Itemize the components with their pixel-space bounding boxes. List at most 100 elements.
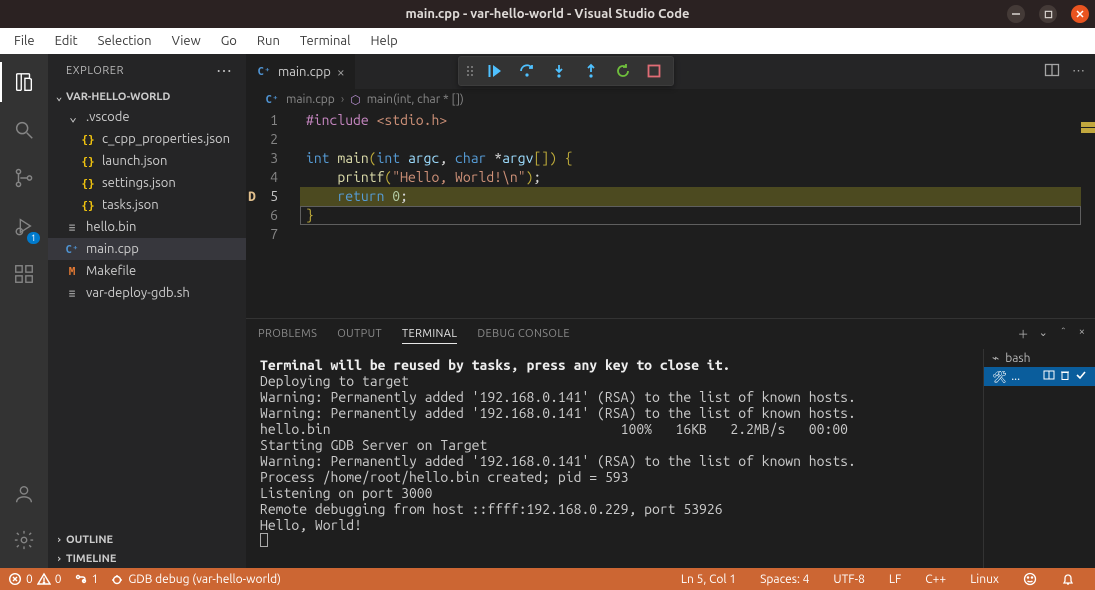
statusbar-debug[interactable]: GDB debug (var-hello-world) — [110, 572, 281, 586]
panel-tab-terminal[interactable]: TERMINAL — [402, 328, 457, 344]
statusbar-notifications[interactable] — [1061, 572, 1075, 586]
menu-view[interactable]: View — [164, 32, 209, 50]
activity-bar: 1 — [0, 54, 48, 568]
activity-explorer[interactable] — [0, 62, 48, 102]
window-maximize-button[interactable] — [1039, 5, 1057, 23]
cpp-icon: C⁺ — [64, 241, 80, 257]
statusbar-os[interactable]: Linux — [970, 573, 999, 586]
statusbar-language[interactable]: C++ — [925, 573, 946, 586]
editor-more-icon[interactable]: ⋯ — [1072, 64, 1087, 79]
tree-file[interactable]: MMakefile — [48, 260, 246, 282]
shell-icon: ≡ — [64, 285, 80, 301]
split-editor-icon[interactable] — [1044, 62, 1060, 81]
menu-run[interactable]: Run — [249, 32, 288, 50]
code-area[interactable]: #include <stdio.h>int main(int argc, cha… — [300, 111, 1081, 318]
statusbar-eol[interactable]: LF — [889, 573, 901, 586]
editor[interactable]: D 1234567 #include <stdio.h>int main(int… — [246, 111, 1095, 318]
panel-tab-output[interactable]: OUTPUT — [337, 328, 382, 340]
editor-tabs: C⁺ main.cpp × ⋯ — [246, 54, 1095, 89]
debug-toolbar[interactable] — [458, 56, 674, 86]
activity-run-debug[interactable]: 1 — [0, 206, 48, 246]
statusbar-problems[interactable]: 0 0 — [8, 572, 62, 586]
chevron-right-icon: › — [52, 533, 66, 546]
trash-icon[interactable] — [1059, 369, 1071, 384]
drag-handle-icon[interactable] — [467, 66, 469, 76]
debug-step-into-icon[interactable] — [551, 63, 567, 79]
statusbar-feedback[interactable] — [1023, 572, 1037, 586]
tab-maincpp[interactable]: C⁺ main.cpp × — [246, 54, 356, 89]
menu-help[interactable]: Help — [362, 32, 405, 50]
terminal-entry-bash[interactable]: ⌁ bash — [984, 349, 1095, 367]
split-terminal-icon[interactable] — [1043, 369, 1055, 384]
tools-icon: 🛠 — [992, 370, 1007, 384]
menu-go[interactable]: Go — [213, 32, 245, 50]
breadcrumb-file[interactable]: main.cpp — [286, 93, 335, 106]
activity-run-badge: 1 — [27, 232, 40, 244]
terminal-entry-task[interactable]: 🛠 ... — [984, 367, 1095, 386]
editor-actions: ⋯ — [1044, 54, 1095, 89]
tree-timeline[interactable]: › TIMELINE — [48, 549, 246, 568]
menubar: File Edit Selection View Go Run Terminal… — [0, 28, 1095, 54]
breadcrumb-symbol[interactable]: main(int, char * []) — [367, 93, 464, 106]
activity-extensions[interactable] — [0, 254, 48, 294]
tab-label: main.cpp — [278, 65, 331, 79]
minimap-marker — [1081, 128, 1095, 133]
sidebar-more-icon[interactable]: ⋯ — [216, 61, 234, 80]
menu-file[interactable]: File — [6, 32, 43, 50]
statusbar-encoding[interactable]: UTF-8 — [833, 573, 864, 586]
terminal-new-icon[interactable]: ＋ — [1018, 326, 1029, 342]
activity-search[interactable] — [0, 110, 48, 150]
panel-tab-problems[interactable]: PROBLEMS — [258, 328, 317, 340]
statusbar-position[interactable]: Ln 5, Col 1 — [681, 573, 736, 586]
sidebar: EXPLORER ⋯ ⌄ VAR-HELLO-WORLD ⌄ .vscode {… — [48, 54, 246, 568]
window-controls — [1007, 5, 1089, 23]
chevron-down-icon: ⌄ — [66, 110, 80, 125]
tab-close-icon[interactable]: × — [337, 64, 345, 80]
debug-step-over-icon[interactable] — [519, 63, 535, 79]
breadcrumb[interactable]: C⁺ main.cpp › ⬡ main(int, char * []) — [246, 89, 1095, 111]
json-icon: {} — [80, 197, 96, 213]
terminal-icon: ⌁ — [992, 351, 999, 365]
makefile-icon: M — [64, 263, 80, 279]
debug-step-out-icon[interactable] — [583, 63, 599, 79]
terminal[interactable]: Terminal will be reused by tasks, press … — [246, 349, 983, 568]
tree-file[interactable]: {}launch.json — [48, 150, 246, 172]
activity-account[interactable] — [0, 474, 48, 514]
sidebar-header: EXPLORER ⋯ — [48, 54, 246, 87]
panel-close-icon[interactable]: × — [1079, 326, 1085, 342]
json-icon: {} — [80, 175, 96, 191]
tree-root[interactable]: ⌄ VAR-HELLO-WORLD — [48, 87, 246, 106]
json-icon: {} — [80, 153, 96, 169]
tree-outline[interactable]: › OUTLINE — [48, 530, 246, 549]
window-minimize-button[interactable] — [1007, 5, 1025, 23]
statusbar-ports[interactable]: 1 — [74, 572, 99, 586]
terminal-list: ⌁ bash 🛠 ... — [983, 349, 1095, 568]
panel-tab-debug-console[interactable]: DEBUG CONSOLE — [477, 328, 570, 340]
tree-file[interactable]: ≡var-deploy-gdb.sh — [48, 282, 246, 304]
terminal-split-dropdown-icon[interactable]: ⌄ — [1039, 326, 1048, 342]
menu-edit[interactable]: Edit — [47, 32, 86, 50]
window-close-button[interactable] — [1071, 5, 1089, 23]
menu-terminal[interactable]: Terminal — [292, 32, 359, 50]
debug-restart-icon[interactable] — [615, 63, 631, 79]
cpp-icon: C⁺ — [256, 64, 272, 80]
titlebar: main.cpp - var-hello-world - Visual Stud… — [0, 0, 1095, 28]
activity-settings[interactable] — [0, 520, 48, 560]
tree-file-maincpp[interactable]: C⁺main.cpp — [48, 238, 246, 260]
statusbar-indent[interactable]: Spaces: 4 — [760, 573, 809, 586]
minimap-marker — [1081, 122, 1095, 127]
tree-file[interactable]: {}settings.json — [48, 172, 246, 194]
breakpoint-current-icon[interactable]: D — [248, 187, 256, 206]
check-icon[interactable] — [1075, 369, 1087, 384]
minimap[interactable] — [1081, 111, 1095, 318]
activity-source-control[interactable] — [0, 158, 48, 198]
tree-file[interactable]: {}c_cpp_properties.json — [48, 128, 246, 150]
panel-maximize-icon[interactable]: ＾ — [1058, 326, 1069, 342]
tree-file[interactable]: {}tasks.json — [48, 194, 246, 216]
debug-continue-icon[interactable] — [487, 63, 503, 79]
editor-group: C⁺ main.cpp × ⋯ C⁺ main.cpp › — [246, 54, 1095, 568]
debug-stop-icon[interactable] — [647, 64, 661, 78]
tree-folder-vscode[interactable]: ⌄ .vscode — [48, 106, 246, 128]
tree-file[interactable]: ≡hello.bin — [48, 216, 246, 238]
menu-selection[interactable]: Selection — [90, 32, 160, 50]
